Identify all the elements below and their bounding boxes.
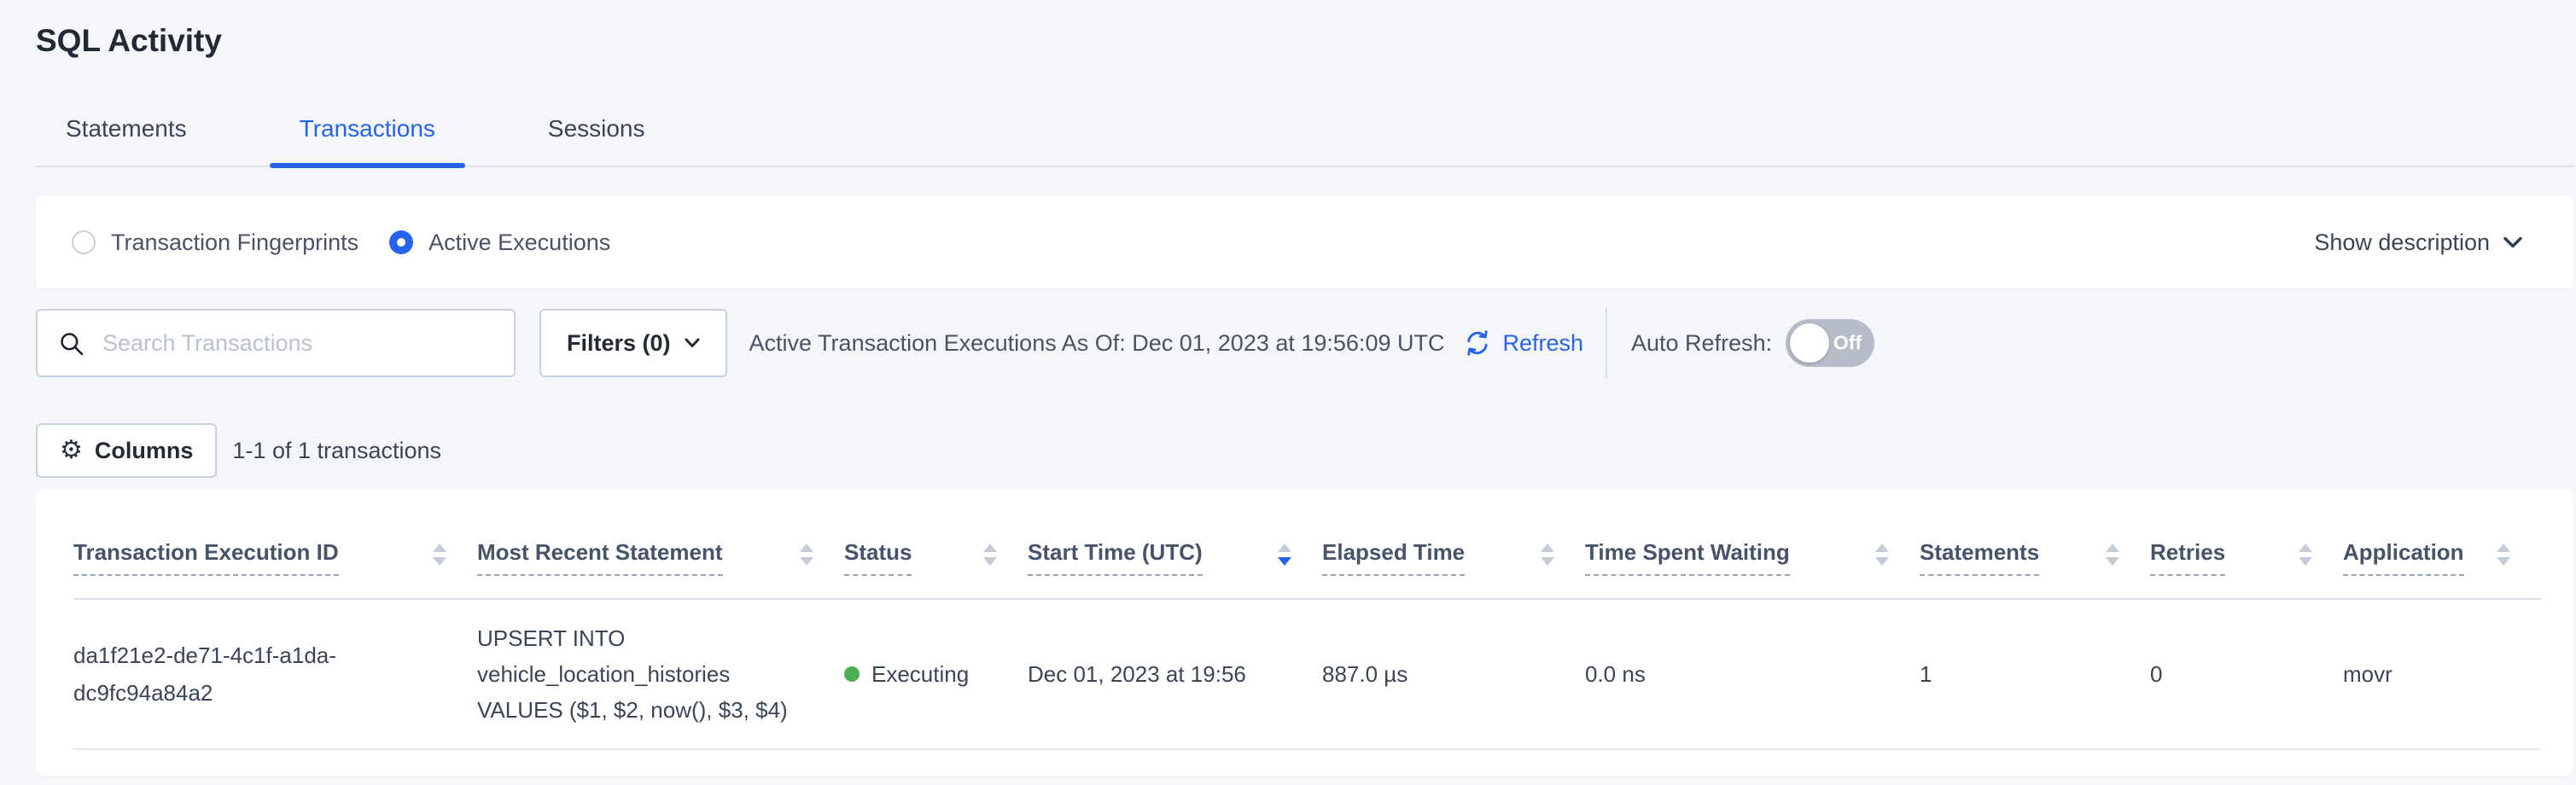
radio-label-transaction-fingerprints: Transaction Fingerprints bbox=[111, 230, 358, 256]
search-input[interactable] bbox=[36, 309, 516, 377]
view-mode-card: Transaction Fingerprints Active Executio… bbox=[36, 196, 2573, 288]
transactions-table-card: Transaction Execution ID Most Recent Sta… bbox=[36, 490, 2573, 776]
sql-activity-page: SQL Activity Statements Transactions Ses… bbox=[0, 22, 2576, 785]
filters-button-label: Filters (0) bbox=[567, 330, 671, 357]
sort-arrows-icon[interactable] bbox=[800, 544, 813, 566]
columns-button-label: Columns bbox=[95, 438, 194, 464]
column-label: Time Spent Waiting bbox=[1585, 539, 1790, 576]
columns-button[interactable]: ⚙ Columns bbox=[36, 423, 217, 478]
vertical-divider bbox=[1606, 308, 1607, 378]
column-header-retries[interactable]: Retries bbox=[2150, 490, 2343, 599]
show-description-toggle[interactable]: Show description bbox=[2314, 230, 2522, 256]
as-of-text: Active Transaction Executions As Of: Dec… bbox=[749, 330, 1445, 357]
column-header-time-spent-waiting[interactable]: Time Spent Waiting bbox=[1585, 490, 1920, 599]
sort-arrows-icon[interactable] bbox=[433, 544, 446, 566]
status-cell: Executing bbox=[844, 661, 1002, 688]
sort-arrows-icon[interactable] bbox=[2497, 544, 2510, 566]
toggle-knob-icon bbox=[1790, 323, 1829, 363]
radio-active-executions[interactable]: Active Executions bbox=[389, 230, 610, 256]
column-label: Most Recent Statement bbox=[477, 539, 723, 576]
refresh-icon bbox=[1463, 329, 1492, 358]
sort-arrows-icon[interactable] bbox=[1541, 544, 1554, 566]
column-header-most-recent-statement[interactable]: Most Recent Statement bbox=[477, 490, 844, 599]
chevron-down-icon bbox=[685, 338, 700, 348]
sort-arrows-icon[interactable] bbox=[2106, 544, 2119, 566]
sort-arrows-icon-active-desc[interactable] bbox=[1278, 544, 1291, 566]
table-header-row: Transaction Execution ID Most Recent Sta… bbox=[73, 490, 2541, 599]
status-label: Executing bbox=[871, 661, 969, 688]
tab-transactions[interactable]: Transactions bbox=[270, 114, 465, 166]
column-header-start-time[interactable]: Start Time (UTC) bbox=[1028, 490, 1322, 599]
column-label: Statements bbox=[1920, 539, 2039, 576]
radio-selected-icon bbox=[389, 230, 413, 254]
filters-button[interactable]: Filters (0) bbox=[539, 309, 727, 377]
column-label: Start Time (UTC) bbox=[1028, 539, 1203, 576]
column-label: Status bbox=[844, 539, 912, 576]
sort-arrows-icon[interactable] bbox=[983, 544, 997, 566]
tab-statements[interactable]: Statements bbox=[36, 114, 217, 166]
search-transactions-box bbox=[36, 309, 516, 377]
transaction-execution-id-cell: da1f21e2-de71-4c1f-a1da-dc9fc94a84a2 bbox=[73, 637, 355, 712]
column-label: Retries bbox=[2150, 539, 2225, 576]
auto-refresh-toggle[interactable]: Off bbox=[1786, 319, 1874, 367]
results-row: ⚙ Columns 1-1 of 1 transactions bbox=[36, 423, 2573, 478]
column-header-transaction-execution-id[interactable]: Transaction Execution ID bbox=[73, 490, 477, 599]
chevron-down-icon bbox=[2503, 236, 2522, 248]
auto-refresh-label: Auto Refresh: bbox=[1631, 330, 1772, 357]
status-executing-dot-icon bbox=[844, 666, 860, 682]
column-header-status[interactable]: Status bbox=[844, 490, 1028, 599]
column-label: Application bbox=[2343, 539, 2464, 576]
transactions-table: Transaction Execution ID Most Recent Sta… bbox=[73, 490, 2541, 750]
column-label: Elapsed Time bbox=[1322, 539, 1465, 576]
sort-arrows-icon[interactable] bbox=[2299, 544, 2312, 566]
search-icon bbox=[58, 330, 85, 358]
column-label: Transaction Execution ID bbox=[73, 539, 339, 576]
column-header-application[interactable]: Application bbox=[2343, 490, 2541, 599]
table-row[interactable]: da1f21e2-de71-4c1f-a1da-dc9fc94a84a2 UPS… bbox=[73, 599, 2541, 749]
refresh-label: Refresh bbox=[1502, 330, 1583, 357]
statements-count-cell: 1 bbox=[1920, 599, 2150, 749]
elapsed-time-cell: 887.0 µs bbox=[1322, 599, 1585, 749]
refresh-button[interactable]: Refresh bbox=[1463, 329, 1583, 358]
show-description-label: Show description bbox=[2314, 230, 2490, 256]
radio-transaction-fingerprints[interactable]: Transaction Fingerprints bbox=[72, 230, 358, 256]
most-recent-statement-cell: UPSERT INTO vehicle_location_histories V… bbox=[477, 620, 819, 728]
radio-label-active-executions: Active Executions bbox=[428, 230, 610, 256]
table-controls-row: Filters (0) Active Transaction Execution… bbox=[36, 309, 2573, 377]
start-time-cell: Dec 01, 2023 at 19:56 bbox=[1028, 599, 1322, 749]
column-header-statements[interactable]: Statements bbox=[1920, 490, 2150, 599]
gear-icon: ⚙ bbox=[60, 438, 83, 463]
column-header-elapsed-time[interactable]: Elapsed Time bbox=[1322, 490, 1585, 599]
results-count: 1-1 of 1 transactions bbox=[232, 438, 441, 464]
sort-arrows-icon[interactable] bbox=[1875, 544, 1889, 566]
radio-unselected-icon bbox=[72, 230, 96, 254]
toggle-state-label: Off bbox=[1833, 332, 1862, 355]
time-spent-waiting-cell: 0.0 ns bbox=[1585, 599, 1920, 749]
application-cell: movr bbox=[2343, 599, 2541, 749]
tab-bar: Statements Transactions Sessions bbox=[36, 114, 2573, 167]
retries-count-cell: 0 bbox=[2150, 599, 2343, 749]
page-title: SQL Activity bbox=[36, 22, 2576, 60]
tab-sessions[interactable]: Sessions bbox=[518, 114, 675, 166]
